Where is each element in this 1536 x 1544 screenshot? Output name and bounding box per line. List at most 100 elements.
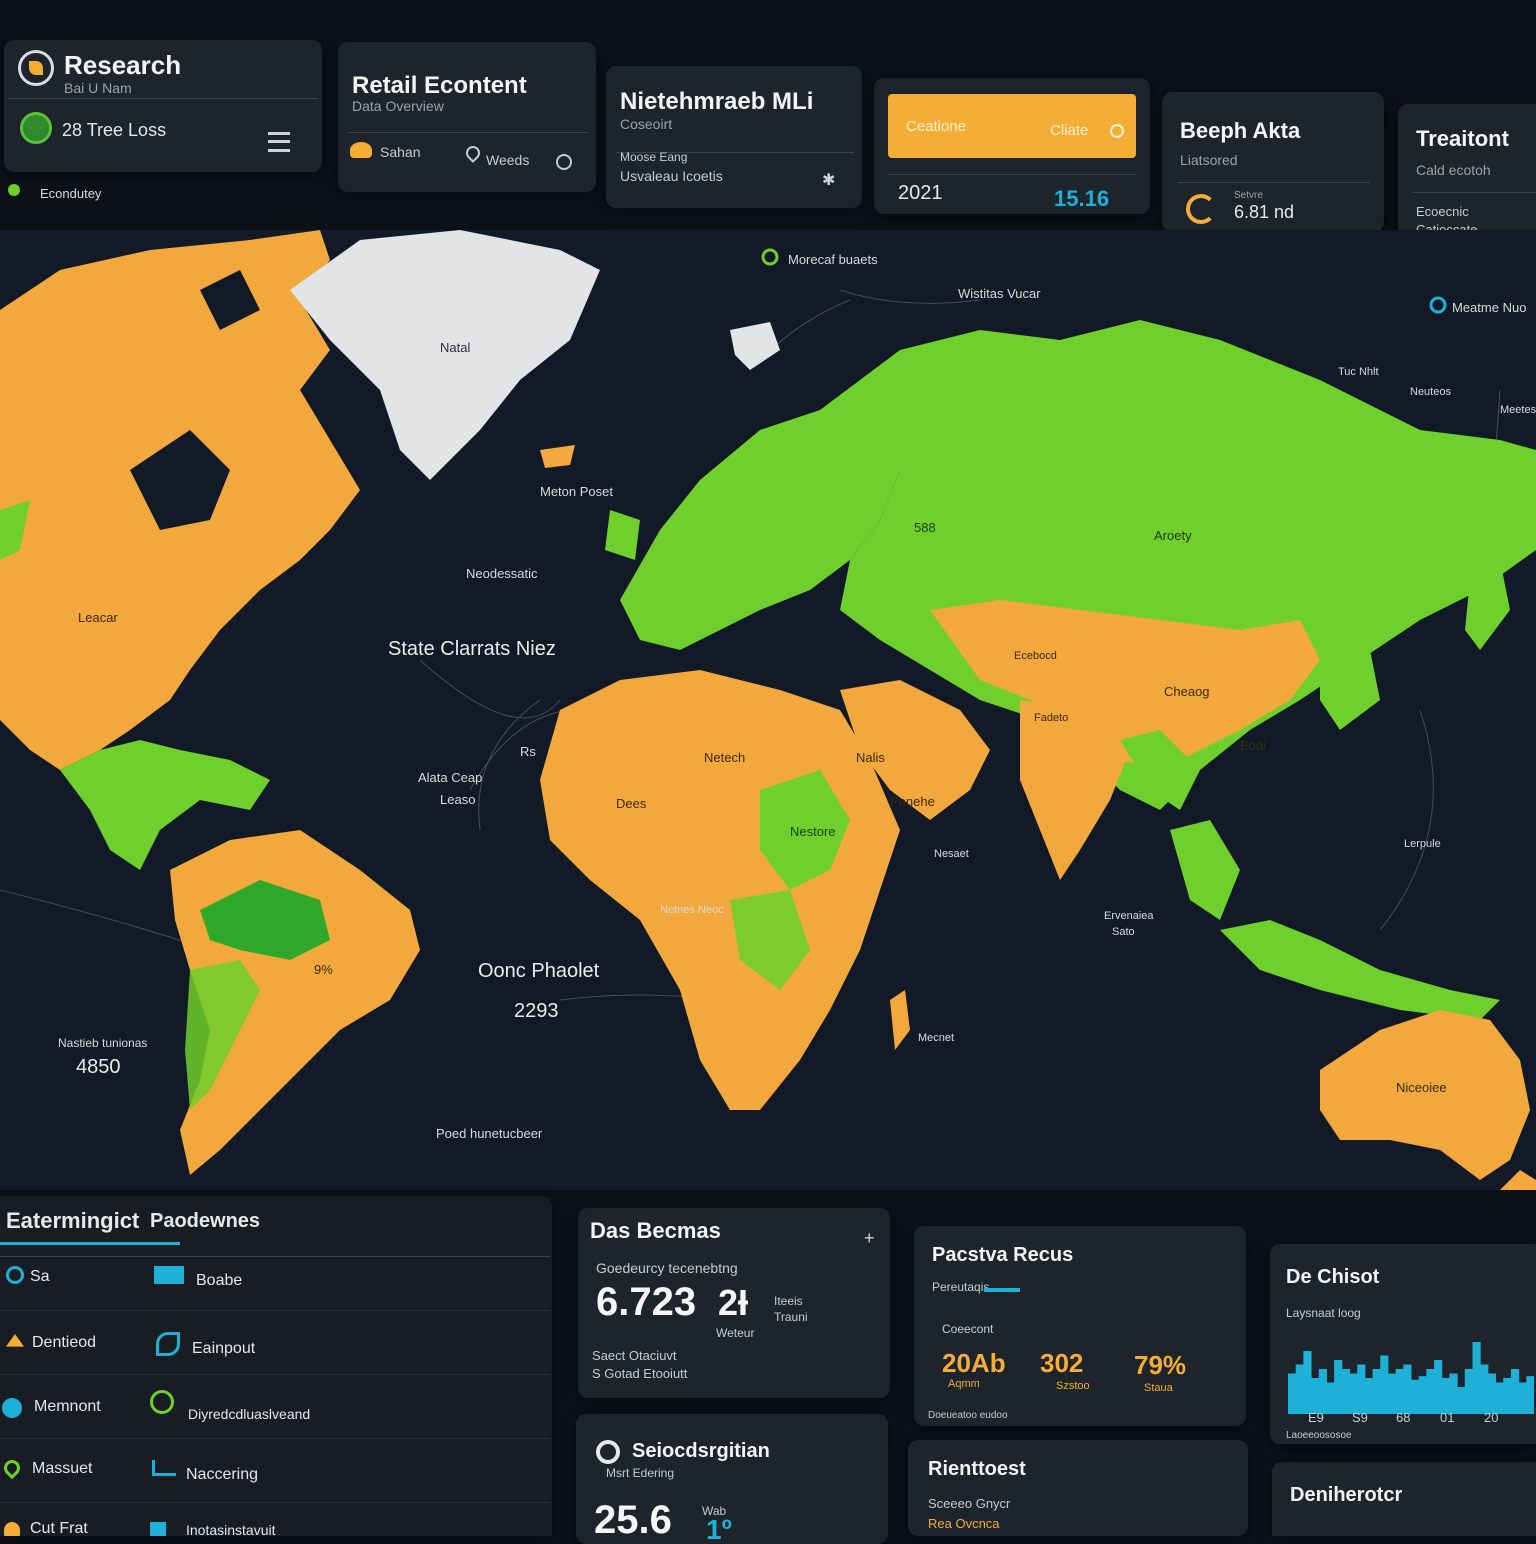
divider <box>8 98 318 99</box>
dechart-bar <box>1434 1360 1443 1414</box>
positive-label: Coeecont <box>942 1322 994 1336</box>
deniheroter-card[interactable]: Deniherotcr <box>1272 1462 1536 1536</box>
list-item[interactable]: Sa Boabe <box>0 1248 550 1311</box>
label-sahara-east: Nalis <box>856 750 885 765</box>
positive-v2: 302 <box>1040 1348 1084 1378</box>
tab-left[interactable]: Eatermingict <box>6 1208 139 1234</box>
results-card[interactable]: Rienttoest Sceeeo Gnycr Rea Ovcnca <box>908 1440 1248 1536</box>
list-right-label: Eainpout <box>192 1340 256 1357</box>
target-icon <box>6 1266 24 1284</box>
positive-v1: 20Ab <box>942 1348 1006 1378</box>
treatment-subtitle: Cald ecotoh <box>1416 162 1491 178</box>
search-card[interactable]: Beeph Akta Liatsored Setvre 6.81 nd <box>1162 92 1384 232</box>
scenario-value: 25.6 <box>594 1498 672 1542</box>
dechart-bar <box>1395 1369 1404 1414</box>
target-icon <box>596 1440 620 1464</box>
dechart-bar <box>1380 1355 1389 1414</box>
list-left-label: Sa <box>30 1268 50 1285</box>
divider <box>1412 192 1536 193</box>
scenario-card[interactable]: Seiocdsrgitian Msrt Edering 25.6 Wab 1º <box>576 1414 888 1544</box>
label-europe-top: Wistitas Vucar <box>958 286 1041 301</box>
label-east-africa: Nesaet <box>934 848 969 860</box>
dechart-x-label: 01 <box>1440 1410 1455 1425</box>
cosmos-card[interactable]: Ceatione Cliate 2021 15.16 <box>874 78 1150 214</box>
positive-s2: Szstoo <box>1056 1380 1090 1392</box>
list-item[interactable]: Dentieod Eainpout <box>0 1312 550 1375</box>
toggle-dot-icon <box>1110 124 1124 138</box>
dechart-bar <box>1503 1378 1512 1414</box>
label-north-atlantic: Meton Poset <box>540 484 613 499</box>
australia <box>1320 1010 1530 1180</box>
map-marker <box>761 248 779 266</box>
das-card[interactable]: Das Becmas + Goedeurcy tecenebtng 6.723 … <box>578 1208 890 1398</box>
orange-toggle[interactable]: Ceatione Cliate <box>888 94 1136 158</box>
tab-right[interactable]: Paodewnes <box>150 1210 260 1233</box>
label-russia: Aroety <box>1154 528 1192 543</box>
research-card[interactable]: Research Bai U Nam 28 Tree Loss <box>4 40 322 172</box>
location-pin-icon <box>463 143 483 163</box>
label-central-america: Alata Ceap <box>418 770 483 785</box>
settings-icon[interactable] <box>556 154 572 170</box>
label-top-center: Morecaf buaets <box>788 252 878 267</box>
das-line1: Saect Otaciuvt <box>592 1348 677 1363</box>
dechart-card[interactable]: De Chisot Laysnaat loog E9 S9 68 01 20 Laoee… <box>1270 1244 1536 1444</box>
retail-title: Retail Econtent <box>352 72 527 99</box>
dechart-bar <box>1510 1369 1520 1414</box>
label-red-sea: Rs <box>520 744 536 759</box>
retail-card[interactable]: Retail Econtent Data Overview Sahan Weed… <box>338 42 596 192</box>
bar-icon <box>150 1522 166 1536</box>
label-indonesia: Ervenaiea <box>1104 910 1154 922</box>
treatment-card[interactable]: Treaitont Cald ecotoh Ecoecnic Catioccat… <box>1398 104 1536 244</box>
das-sub-unit: Weteur <box>716 1326 755 1340</box>
label-china: Cheaog <box>1164 684 1210 699</box>
list-item[interactable]: Cut Frat Inotasinstavuit <box>0 1504 550 1536</box>
label-ocean-center: Oonc Phaolet <box>478 960 600 982</box>
scenario-subtitle: Msrt Edering <box>606 1466 675 1480</box>
label-ocean-title: State Clarrats Niez <box>388 638 556 660</box>
label-madagascar: Mecnet <box>918 1032 955 1044</box>
dechart-bar <box>1387 1373 1397 1414</box>
network-subtitle: Coseoirt <box>620 116 673 132</box>
label-arabia: Penehe <box>890 794 935 809</box>
leaf-icon <box>18 50 54 86</box>
list-item[interactable]: Memnont Diyredcdluaslveand <box>0 1376 550 1439</box>
dechart-bar <box>1487 1373 1497 1414</box>
dechart-bar <box>1334 1360 1343 1414</box>
dechart-bar <box>1295 1364 1304 1414</box>
retail-item1: Sahan <box>380 144 421 160</box>
dechart-bar <box>1441 1378 1450 1414</box>
list-panel[interactable]: Eatermingict Paodewnes Sa Boabe Dentieod… <box>0 1196 552 1536</box>
das-value: 6.723 <box>596 1280 697 1324</box>
dechart-bar <box>1472 1342 1481 1414</box>
list-right-label: Naccering <box>186 1466 259 1483</box>
dechart-bar <box>1341 1369 1350 1414</box>
list-right-label: Boabe <box>196 1272 243 1289</box>
dechart-chart <box>1288 1342 1534 1414</box>
label-central-america-sub: Leaso <box>440 792 476 807</box>
positive-card[interactable]: Pacstva Recus Pereutaqis Coeecont 20Ab 3… <box>914 1226 1246 1426</box>
dechart-x-label: 20 <box>1484 1410 1499 1425</box>
das-unit2: Trauni <box>774 1310 808 1324</box>
label-southeast: Eodi <box>1240 738 1267 753</box>
network-line2: Usvaleau Icoetis <box>620 168 723 184</box>
network-card[interactable]: Nietehmraeb MLi Coseoirt Moose Eang Usva… <box>606 66 862 208</box>
list-right-label: Inotasinstavuit <box>186 1522 276 1536</box>
divider <box>888 174 1136 175</box>
label-ocean-center-value: 2293 <box>514 1000 559 1022</box>
greenland <box>290 230 600 480</box>
add-button[interactable]: + <box>864 1228 875 1249</box>
list-item[interactable]: Massuet Naccering <box>0 1440 550 1503</box>
dechart-bar <box>1349 1373 1358 1414</box>
divider <box>348 132 588 133</box>
dechart-bar <box>1364 1378 1374 1414</box>
label-greenland: Natal <box>440 340 471 355</box>
dechart-bar <box>1357 1364 1366 1414</box>
dechart-bar <box>1449 1373 1458 1414</box>
das-title: Das Becmas <box>590 1218 721 1243</box>
menu-icon[interactable] <box>268 132 290 152</box>
world-map-svg <box>0 230 1536 1190</box>
label-russia-number: 588 <box>914 520 936 535</box>
world-map[interactable]: Econdutey Natal Meton Poset Leacar Neode… <box>0 184 1536 1190</box>
label-japan-area: Tuc Nhlt <box>1338 366 1379 378</box>
refresh-icon[interactable] <box>1186 194 1216 224</box>
